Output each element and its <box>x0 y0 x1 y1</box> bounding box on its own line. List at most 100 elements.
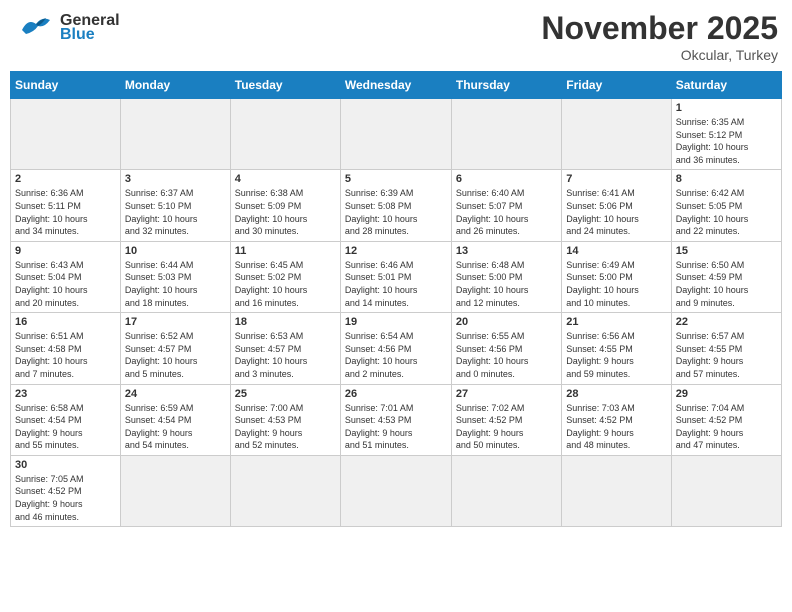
calendar-week-row: 1Sunrise: 6:35 AM Sunset: 5:12 PM Daylig… <box>11 99 782 170</box>
page-header: General Blue November 2025 Okcular, Turk… <box>10 10 782 63</box>
col-friday: Friday <box>562 72 671 99</box>
calendar-week-row: 30Sunrise: 7:05 AM Sunset: 4:52 PM Dayli… <box>11 455 782 526</box>
month-title: November 2025 <box>541 10 778 47</box>
day-info: Sunrise: 6:51 AM Sunset: 4:58 PM Dayligh… <box>15 330 116 380</box>
day-info: Sunrise: 6:57 AM Sunset: 4:55 PM Dayligh… <box>676 330 777 380</box>
calendar-day-cell: 7 Sunrise: 6:41 AM Sunset: 5:06 PM Daylig… <box>562 170 671 241</box>
day-info: Sunrise: 6:55 AM Sunset: 4:56 PM Dayligh… <box>456 330 557 380</box>
day-info: Sunrise: 6:53 AM Sunset: 4:57 PM Dayligh… <box>235 330 336 380</box>
calendar-day-cell <box>340 455 451 526</box>
day-number: 11 <box>235 245 336 257</box>
day-number: 14 <box>566 245 666 257</box>
title-block: November 2025 Okcular, Turkey <box>541 10 778 63</box>
day-info: Sunrise: 6:41 AM Sunset: 5:06 PM Dayligh… <box>566 187 666 237</box>
day-number: 30 <box>15 459 116 471</box>
calendar-day-cell <box>340 99 451 170</box>
day-info: Sunrise: 6:44 AM Sunset: 5:03 PM Dayligh… <box>125 259 226 309</box>
day-number: 10 <box>125 245 226 257</box>
calendar-week-row: 23Sunrise: 6:58 AM Sunset: 4:54 PM Dayli… <box>11 384 782 455</box>
calendar-day-cell: 2Sunrise: 6:36 AM Sunset: 5:11 PM Daylig… <box>11 170 121 241</box>
calendar-day-cell <box>671 455 781 526</box>
calendar-day-cell: 25Sunrise: 7:00 AM Sunset: 4:53 PM Dayli… <box>230 384 340 455</box>
day-number: 5 <box>345 173 447 185</box>
calendar-day-cell <box>230 99 340 170</box>
day-info: Sunrise: 6:59 AM Sunset: 4:54 PM Dayligh… <box>125 402 226 452</box>
day-number: 24 <box>125 388 226 400</box>
day-info: Sunrise: 7:03 AM Sunset: 4:52 PM Dayligh… <box>566 402 666 452</box>
day-number: 8 <box>676 173 777 185</box>
day-info: Sunrise: 6:38 AM Sunset: 5:09 PM Dayligh… <box>235 187 336 237</box>
day-info: Sunrise: 7:01 AM Sunset: 4:53 PM Dayligh… <box>345 402 447 452</box>
calendar-day-cell <box>120 455 230 526</box>
day-number: 6 <box>456 173 557 185</box>
day-info: Sunrise: 6:40 AM Sunset: 5:07 PM Dayligh… <box>456 187 557 237</box>
calendar-day-cell: 17 Sunrise: 6:52 AM Sunset: 4:57 PM Dayli… <box>120 313 230 384</box>
calendar-day-cell <box>451 455 561 526</box>
calendar-day-cell <box>562 99 671 170</box>
calendar-day-cell: 24 Sunrise: 6:59 AM Sunset: 4:54 PM Dayli… <box>120 384 230 455</box>
day-info: Sunrise: 6:54 AM Sunset: 4:56 PM Dayligh… <box>345 330 447 380</box>
calendar-day-cell: 15Sunrise: 6:50 AM Sunset: 4:59 PM Dayli… <box>671 241 781 312</box>
day-number: 27 <box>456 388 557 400</box>
day-number: 26 <box>345 388 447 400</box>
calendar-day-cell: 4 Sunrise: 6:38 AM Sunset: 5:09 PM Daylig… <box>230 170 340 241</box>
col-monday: Monday <box>120 72 230 99</box>
col-tuesday: Tuesday <box>230 72 340 99</box>
calendar-header-row: Sunday Monday Tuesday Wednesday Thursday… <box>11 72 782 99</box>
day-info: Sunrise: 6:42 AM Sunset: 5:05 PM Dayligh… <box>676 187 777 237</box>
calendar-day-cell: 22 Sunrise: 6:57 AM Sunset: 4:55 PM Dayli… <box>671 313 781 384</box>
calendar-day-cell: 14 Sunrise: 6:49 AM Sunset: 5:00 PM Dayli… <box>562 241 671 312</box>
day-number: 22 <box>676 316 777 328</box>
day-info: Sunrise: 7:02 AM Sunset: 4:52 PM Dayligh… <box>456 402 557 452</box>
day-info: Sunrise: 6:46 AM Sunset: 5:01 PM Dayligh… <box>345 259 447 309</box>
day-number: 20 <box>456 316 557 328</box>
day-info: Sunrise: 6:37 AM Sunset: 5:10 PM Dayligh… <box>125 187 226 237</box>
calendar-day-cell: 26 Sunrise: 7:01 AM Sunset: 4:53 PM Dayli… <box>340 384 451 455</box>
calendar-day-cell <box>11 99 121 170</box>
day-info: Sunrise: 6:52 AM Sunset: 4:57 PM Dayligh… <box>125 330 226 380</box>
day-info: Sunrise: 6:45 AM Sunset: 5:02 PM Dayligh… <box>235 259 336 309</box>
day-info: Sunrise: 7:04 AM Sunset: 4:52 PM Dayligh… <box>676 402 777 452</box>
location-subtitle: Okcular, Turkey <box>541 47 778 63</box>
day-number: 16 <box>15 316 116 328</box>
day-number: 2 <box>15 173 116 185</box>
calendar-day-cell: 12 Sunrise: 6:46 AM Sunset: 5:01 PM Dayli… <box>340 241 451 312</box>
day-number: 12 <box>345 245 447 257</box>
calendar-day-cell: 29 Sunrise: 7:04 AM Sunset: 4:52 PM Dayli… <box>671 384 781 455</box>
calendar-day-cell: 16 Sunrise: 6:51 AM Sunset: 4:58 PM Dayli… <box>11 313 121 384</box>
calendar-week-row: 9Sunrise: 6:43 AM Sunset: 5:04 PM Daylig… <box>11 241 782 312</box>
calendar-day-cell: 5Sunrise: 6:39 AM Sunset: 5:08 PM Daylig… <box>340 170 451 241</box>
day-info: Sunrise: 6:49 AM Sunset: 5:00 PM Dayligh… <box>566 259 666 309</box>
col-thursday: Thursday <box>451 72 561 99</box>
calendar-table: Sunday Monday Tuesday Wednesday Thursday… <box>10 71 782 527</box>
day-info: Sunrise: 6:43 AM Sunset: 5:04 PM Dayligh… <box>15 259 116 309</box>
calendar-day-cell: 20 Sunrise: 6:55 AM Sunset: 4:56 PM Dayli… <box>451 313 561 384</box>
day-info: Sunrise: 6:56 AM Sunset: 4:55 PM Dayligh… <box>566 330 666 380</box>
calendar-day-cell: 18 Sunrise: 6:53 AM Sunset: 4:57 PM Dayli… <box>230 313 340 384</box>
calendar-day-cell: 13Sunrise: 6:48 AM Sunset: 5:00 PM Dayli… <box>451 241 561 312</box>
day-number: 7 <box>566 173 666 185</box>
logo-icon <box>14 10 58 46</box>
day-number: 29 <box>676 388 777 400</box>
day-number: 13 <box>456 245 557 257</box>
calendar-day-cell: 11 Sunrise: 6:45 AM Sunset: 5:02 PM Dayli… <box>230 241 340 312</box>
day-number: 18 <box>235 316 336 328</box>
calendar-day-cell: 23Sunrise: 6:58 AM Sunset: 4:54 PM Dayli… <box>11 384 121 455</box>
logo: General Blue <box>14 10 120 46</box>
day-number: 3 <box>125 173 226 185</box>
calendar-day-cell: 28 Sunrise: 7:03 AM Sunset: 4:52 PM Dayli… <box>562 384 671 455</box>
day-number: 28 <box>566 388 666 400</box>
calendar-day-cell <box>562 455 671 526</box>
col-wednesday: Wednesday <box>340 72 451 99</box>
calendar-day-cell: 1Sunrise: 6:35 AM Sunset: 5:12 PM Daylig… <box>671 99 781 170</box>
day-number: 17 <box>125 316 226 328</box>
calendar-day-cell: 27 Sunrise: 7:02 AM Sunset: 4:52 PM Dayli… <box>451 384 561 455</box>
calendar-day-cell: 10 Sunrise: 6:44 AM Sunset: 5:03 PM Dayli… <box>120 241 230 312</box>
day-info: Sunrise: 7:00 AM Sunset: 4:53 PM Dayligh… <box>235 402 336 452</box>
calendar-day-cell: 21 Sunrise: 6:56 AM Sunset: 4:55 PM Dayli… <box>562 313 671 384</box>
calendar-week-row: 2Sunrise: 6:36 AM Sunset: 5:11 PM Daylig… <box>11 170 782 241</box>
calendar-day-cell <box>451 99 561 170</box>
day-info: Sunrise: 6:50 AM Sunset: 4:59 PM Dayligh… <box>676 259 777 309</box>
day-number: 21 <box>566 316 666 328</box>
day-number: 4 <box>235 173 336 185</box>
